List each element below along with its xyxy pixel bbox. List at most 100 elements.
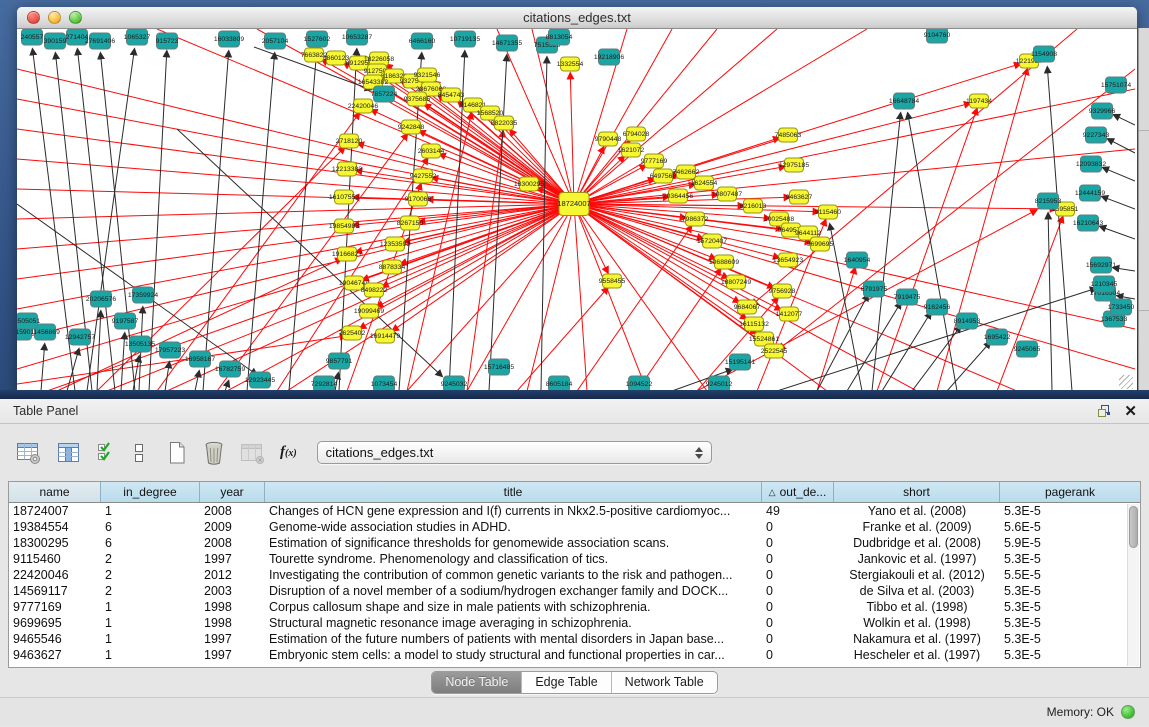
graph-edge[interactable]: [908, 113, 957, 391]
graph-edge[interactable]: [1048, 213, 1052, 391]
table-cell[interactable]: 0: [762, 584, 834, 598]
graph-node[interactable]: 1332554: [557, 57, 584, 71]
table-cell[interactable]: 14569117: [9, 584, 101, 598]
graph-node[interactable]: 8454743: [438, 88, 465, 102]
graph-node[interactable]: 16914479: [370, 329, 400, 343]
graph-node[interactable]: 1695422: [984, 329, 1011, 345]
table-cell[interactable]: 49: [762, 504, 834, 518]
graph-node[interactable]: 9790448: [595, 132, 622, 146]
float-panel-icon[interactable]: [1097, 404, 1112, 418]
graph-node[interactable]: 17957223: [155, 342, 185, 358]
table-cell[interactable]: 0: [762, 568, 834, 582]
graph-edge[interactable]: [1102, 196, 1135, 209]
graph-node[interactable]: 9427552: [410, 169, 437, 183]
table-cell[interactable]: Stergiakouli et al. (2012): [834, 568, 1000, 582]
graph-node[interactable]: 1640954: [844, 252, 871, 268]
table-row[interactable]: 946554611997Estimation of the future num…: [9, 631, 1127, 647]
memory-status-indicator[interactable]: [1121, 705, 1135, 719]
graph-node[interactable]: 9329966: [1089, 103, 1116, 119]
tab-network-table[interactable]: Network Table: [612, 672, 717, 693]
graph-node[interactable]: 9245012: [706, 376, 733, 391]
graph-edge[interactable]: [203, 51, 229, 391]
table-cell[interactable]: 1: [101, 504, 200, 518]
graph-node[interactable]: 1154908: [1031, 46, 1057, 62]
graph-hub-node[interactable]: 18724007: [557, 193, 590, 216]
graph-node[interactable]: 19218906: [594, 49, 624, 65]
graph-node[interactable]: 2522545: [761, 344, 788, 358]
graph-node[interactable]: 8498222: [361, 283, 388, 297]
graph-node[interactable]: 9104760: [924, 29, 951, 43]
graph-node[interactable]: 1210345: [1091, 276, 1118, 292]
graph-edge[interactable]: [517, 288, 608, 391]
table-cell[interactable]: 9777169: [9, 600, 101, 614]
table-cell[interactable]: 18724007: [9, 504, 101, 518]
graph-edge[interactable]: [912, 326, 961, 391]
graph-edge[interactable]: [947, 342, 990, 391]
graph-edge[interactable]: [997, 217, 1063, 391]
graph-node[interactable]: 8822035: [491, 116, 518, 130]
graph-node[interactable]: 390159: [44, 33, 67, 49]
table-cell[interactable]: 1: [101, 600, 200, 614]
table-scrollbar[interactable]: [1127, 504, 1139, 666]
tab-node-table[interactable]: Node Table: [432, 672, 522, 693]
graph-node[interactable]: 15692971: [1086, 257, 1116, 273]
column-header-year[interactable]: year: [200, 482, 265, 502]
graph-node[interactable]: 1094522: [626, 376, 653, 391]
graph-node[interactable]: 19099469: [354, 304, 384, 318]
graph-node[interactable]: 10688609: [709, 255, 739, 269]
graph-edge[interactable]: [489, 55, 507, 391]
graph-node[interactable]: 27691406: [85, 33, 115, 49]
graph-edge[interactable]: [217, 134, 407, 391]
graph-node[interactable]: 915723: [156, 33, 179, 49]
graph-node[interactable]: 12353593: [380, 237, 410, 251]
graph-node[interactable]: 9197587: [112, 313, 139, 329]
graph-edge[interactable]: [17, 159, 574, 204]
graph-node[interactable]: 10719135: [450, 31, 480, 47]
graph-node[interactable]: 12942757: [65, 329, 95, 345]
graph-node[interactable]: 12444159: [1075, 185, 1105, 201]
network-view-window[interactable]: citations_edges.txt 88601238912955182260…: [17, 7, 1137, 392]
graph-node[interactable]: 1073454: [371, 376, 398, 391]
table-cell[interactable]: Tibbo et al. (1998): [834, 600, 1000, 614]
graph-node[interactable]: 8914953: [954, 313, 981, 329]
table-settings-icon[interactable]: [16, 441, 42, 465]
graph-node[interactable]: 8267150: [397, 216, 424, 230]
table-cell[interactable]: 1: [101, 616, 200, 630]
table-cell[interactable]: Yano et al. (2008): [834, 504, 1000, 518]
table-row[interactable]: 969969511998Structural magnetic resonanc…: [9, 615, 1127, 631]
function-builder-icon[interactable]: f(x): [280, 444, 297, 461]
column-header-title[interactable]: title: [265, 482, 762, 502]
graph-edge[interactable]: [401, 204, 574, 264]
graph-node[interactable]: 15195141: [725, 354, 755, 370]
graph-node[interactable]: 17359924: [128, 287, 158, 303]
graph-edge[interactable]: [830, 224, 862, 391]
graph-node[interactable]: 14671355: [492, 35, 522, 51]
graph-node[interactable]: 8813054: [546, 29, 573, 45]
column-header-out-de-[interactable]: △out_de...: [762, 482, 834, 502]
graph-node[interactable]: 9777169: [641, 154, 668, 168]
graph-edge[interactable]: [289, 51, 317, 391]
graph-node[interactable]: 12213383: [332, 162, 362, 176]
graph-node[interactable]: 7292814: [311, 376, 338, 391]
column-header-name[interactable]: name: [9, 482, 101, 502]
graph-node[interactable]: 6791975: [861, 281, 888, 297]
graph-edge[interactable]: [195, 371, 199, 391]
table-cell[interactable]: Genome-wide association studies in ADHD.: [265, 520, 762, 534]
table-cell[interactable]: 5.3E-5: [1000, 584, 1127, 598]
select-rows-icon[interactable]: [96, 441, 118, 465]
window-titlebar[interactable]: citations_edges.txt: [17, 7, 1137, 29]
table-scrollbar-thumb[interactable]: [1129, 506, 1138, 548]
graph-node[interactable]: 15716485: [484, 359, 514, 375]
graph-node[interactable]: 12975185: [779, 158, 809, 172]
graph-node[interactable]: 16958167: [185, 351, 215, 367]
table-cell[interactable]: 2012: [200, 568, 265, 582]
table-cell[interactable]: 5.3E-5: [1000, 648, 1127, 662]
graph-node[interactable]: 8216013: [740, 199, 767, 213]
graph-node[interactable]: 9756928: [769, 284, 796, 298]
graph-edge[interactable]: [67, 349, 79, 391]
graph-node[interactable]: 16033809: [214, 31, 244, 47]
table-cell[interactable]: 19384554: [9, 520, 101, 534]
table-row[interactable]: 1456911722003Disruption of a novel membe…: [9, 583, 1127, 599]
table-cell[interactable]: Corpus callosum shape and size in male p…: [265, 600, 762, 614]
graph-node[interactable]: 9227343: [1083, 127, 1110, 143]
